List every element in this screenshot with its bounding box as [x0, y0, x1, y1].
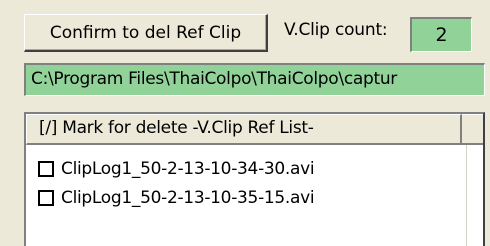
clip-ref-list-header-filler	[462, 114, 483, 145]
capture-path-field[interactable]: C:\Program Files\ThaiColpo\ThaiColpo\cap…	[24, 63, 485, 96]
clip-ref-list-header[interactable]: [/] Mark for delete -V.Clip Ref List-	[26, 114, 462, 145]
mark-delete-checkbox[interactable]	[38, 190, 54, 206]
clip-count-value: 2	[410, 17, 472, 52]
clip-count-label: V.Clip count:	[284, 20, 388, 40]
ref-clip-panel: Confirm to del Ref Clip V.Clip count: 2 …	[0, 0, 490, 246]
confirm-delete-ref-clip-button-label: Confirm to del Ref Clip	[49, 22, 242, 43]
mark-delete-checkbox[interactable]	[38, 161, 54, 177]
column-divider	[466, 145, 467, 246]
list-item-label: ClipLog1_50-2-13-10-34-30.avi	[61, 159, 315, 179]
confirm-delete-ref-clip-button[interactable]: Confirm to del Ref Clip	[24, 14, 268, 52]
list-item[interactable]: ClipLog1_50-2-13-10-35-15.avi	[26, 185, 466, 211]
list-item-label: ClipLog1_50-2-13-10-35-15.avi	[61, 188, 315, 208]
list-item[interactable]: ClipLog1_50-2-13-10-34-30.avi	[26, 156, 466, 182]
clip-ref-list[interactable]: [/] Mark for delete -V.Clip Ref List- Cl…	[24, 112, 485, 246]
